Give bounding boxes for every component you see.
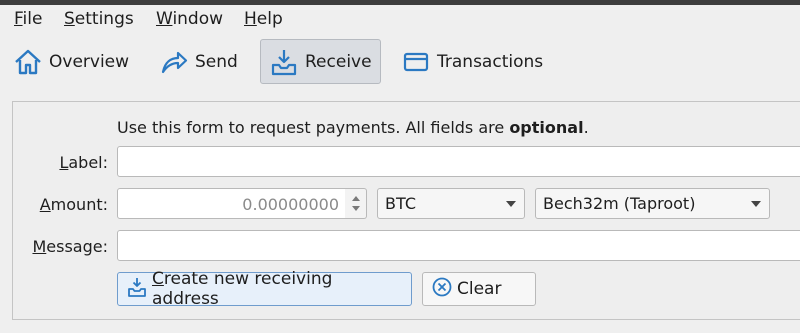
menu-file-mnemonic: F: [14, 9, 23, 29]
tab-send[interactable]: Send: [150, 39, 247, 84]
menu-window[interactable]: Window: [156, 9, 223, 29]
address-type-select[interactable]: Bech32m (Taproot): [535, 188, 770, 219]
create-button-text: reate new receiving address: [152, 269, 333, 309]
chevron-down-icon: [751, 201, 761, 207]
intro-text: Use this form to request payments. All f…: [117, 118, 510, 137]
menu-window-mnemonic: W: [156, 9, 173, 29]
menu-help-label: elp: [256, 9, 283, 29]
receive-inbox-icon: [269, 48, 299, 76]
receive-inbox-icon: [126, 276, 148, 303]
menu-bar: File Settings Window Help: [0, 5, 800, 33]
menu-window-label: indow: [172, 9, 224, 29]
amount-value: 0.00000000: [242, 195, 339, 214]
amount-input[interactable]: 0.00000000: [117, 188, 346, 219]
message-input[interactable]: [117, 230, 800, 261]
tab-overview-label: Overview: [49, 51, 130, 72]
card-icon: [401, 48, 431, 76]
form-intro: Use this form to request payments. All f…: [117, 118, 589, 137]
chevron-down-icon: [506, 201, 516, 207]
unit-select-value: BTC: [385, 194, 416, 213]
amount-field-label: Amount:: [12, 195, 108, 214]
send-arrow-icon: [159, 48, 189, 76]
menu-file-label: ile: [22, 9, 43, 29]
menu-settings[interactable]: Settings: [64, 9, 134, 29]
message-mnemonic: M: [32, 237, 47, 256]
create-mnemonic: C: [152, 269, 164, 289]
home-icon: [13, 48, 43, 76]
amount-mnemonic: A: [39, 195, 51, 214]
address-type-value: Bech32m (Taproot): [543, 194, 696, 213]
menu-file[interactable]: File: [14, 9, 42, 29]
menu-settings-label: ettings: [74, 9, 134, 29]
menu-help-mnemonic: H: [244, 9, 257, 29]
spinner-arrows-icon: [352, 196, 360, 211]
label-input[interactable]: [117, 146, 800, 177]
menu-settings-mnemonic: S: [64, 9, 75, 29]
tab-transactions[interactable]: Transactions: [392, 39, 552, 84]
label-text: abel:: [68, 153, 108, 172]
amount-text: mount:: [50, 195, 108, 214]
label-field-label: Label:: [12, 153, 108, 172]
tab-overview[interactable]: Overview: [4, 39, 138, 84]
create-receiving-address-button[interactable]: Create new receiving address: [117, 269, 412, 309]
intro-bold: optional: [509, 118, 584, 137]
message-text: essage:: [46, 237, 108, 256]
create-button-label: Create new receiving address: [152, 269, 403, 309]
clear-button-label: Clear: [457, 279, 502, 299]
tab-receive[interactable]: Receive: [260, 39, 381, 84]
tab-send-label: Send: [195, 51, 238, 72]
message-field-label: Message:: [12, 237, 108, 256]
unit-select[interactable]: BTC: [377, 188, 525, 219]
amount-spinner[interactable]: [345, 188, 367, 219]
toolbar: Overview Send Receive Transactions: [0, 36, 800, 88]
intro-suffix: .: [583, 118, 589, 137]
tab-transactions-label: Transactions: [437, 51, 544, 72]
tab-receive-label: Receive: [305, 51, 372, 72]
clear-icon: [431, 276, 453, 303]
clear-button[interactable]: Clear: [422, 272, 536, 306]
menu-help[interactable]: Help: [244, 9, 283, 29]
